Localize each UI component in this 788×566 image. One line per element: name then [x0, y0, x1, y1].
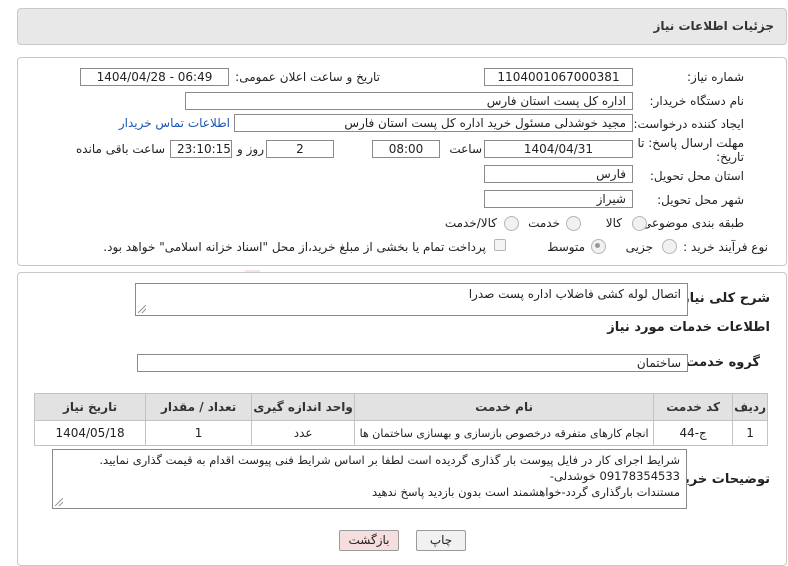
category-radio-service[interactable] [566, 216, 581, 231]
service-group-label: گروه خدمت: [680, 355, 760, 370]
page-title: جزئیات اطلاعات نیاز [653, 19, 774, 33]
province-field[interactable]: فارس [484, 165, 633, 183]
announce-label: تاریخ و ساعت اعلان عمومی: [235, 70, 380, 84]
cell-unit: عدد [251, 420, 356, 446]
services-section-title: اطلاعات خدمات مورد نیاز [607, 320, 770, 335]
cell-row: 1 [732, 420, 768, 446]
col-date: تاریخ نیاز [33, 393, 147, 421]
cell-code: ج-44 [653, 420, 734, 446]
back-button[interactable]: بازگشت [339, 530, 399, 551]
cell-name: انجام کارهای متفرقه درخصوص بازسازی و بهس… [354, 420, 655, 446]
days-label: روز و [237, 142, 264, 156]
col-code: کد خدمت [653, 393, 734, 421]
cell-date: 1404/05/18 [33, 420, 147, 446]
resize-grip-icon[interactable] [138, 305, 146, 313]
remaining-label: ساعت باقی مانده [75, 142, 165, 156]
summary-label: شرح کلی نیاز: [676, 291, 770, 306]
remaining-time-field[interactable]: 23:10:15 [170, 140, 232, 158]
creator-label: ایجاد کننده درخواست: [633, 117, 744, 131]
need-number-label: شماره نیاز: [687, 70, 744, 84]
category-radio-goods[interactable] [632, 216, 647, 231]
buyer-org-label: نام دستگاه خریدار: [649, 94, 745, 108]
notes-line-2: 09178354533 خوشدلی- [549, 469, 680, 483]
deadline-date-field[interactable]: 1404/04/31 [484, 140, 633, 158]
col-qty: تعداد / مقدار [145, 393, 253, 421]
resize-grip-icon[interactable] [55, 498, 63, 506]
process-radio-medium[interactable] [591, 239, 606, 254]
announce-field[interactable]: 1404/04/28 - 06:49 [80, 68, 229, 86]
city-label: شهر محل تحویل: [657, 193, 744, 207]
payment-note: پرداخت تمام یا بخشی از مبلغ خرید،از محل … [103, 240, 486, 254]
category-option-goods-service: کالا/خدمت [444, 216, 497, 230]
deadline-label: مهلت ارسال پاسخ: تا تاریخ: [637, 136, 744, 164]
service-group-field[interactable]: ساختمان [137, 354, 688, 372]
col-name: نام خدمت [354, 393, 655, 421]
table-row[interactable]: 1 ج-44 انجام کارهای متفرقه درخصوص بازساز… [33, 420, 768, 446]
summary-text: اتصال لوله کشی فاضلاب اداره پست صدرا [468, 287, 681, 301]
services-table: ردیف کد خدمت نام خدمت واحد اندازه گیری ت… [33, 393, 768, 446]
notes-line-3: مستندات بارگذاری گردد-خواهشمند است بدون … [371, 485, 680, 499]
province-label: استان محل تحویل: [649, 169, 744, 183]
summary-field[interactable]: اتصال لوله کشی فاضلاب اداره پست صدرا [135, 283, 688, 316]
col-unit: واحد اندازه گیری [251, 393, 356, 421]
contact-link[interactable]: اطلاعات تماس خریدار [119, 116, 230, 130]
page-header: جزئیات اطلاعات نیاز [17, 8, 787, 45]
notes-field[interactable]: شرایط اجرای کار در فایل پیوست بار گذاری … [52, 449, 687, 509]
category-option-service: خدمت [528, 216, 560, 230]
need-number-field[interactable]: 1104001067000381 [484, 68, 633, 86]
deadline-time-field[interactable]: 08:00 [372, 140, 440, 158]
category-label: طبقه بندی موضوعی: [637, 216, 744, 230]
process-option-medium: متوسط [547, 240, 585, 254]
category-option-goods: کالا [605, 216, 622, 230]
category-radio-goods-service[interactable] [504, 216, 519, 231]
city-field[interactable]: شیراز [484, 190, 633, 208]
notes-line-1: شرایط اجرای کار در فایل پیوست بار گذاری … [99, 453, 680, 467]
process-radio-minor[interactable] [662, 239, 677, 254]
buyer-org-field[interactable]: اداره کل پست استان فارس [185, 92, 633, 110]
time-label: ساعت [449, 142, 482, 156]
process-option-minor: جزیی [625, 240, 653, 254]
cell-qty: 1 [145, 420, 253, 446]
treasury-checkbox[interactable] [494, 239, 506, 251]
process-label: نوع فرآیند خرید : [683, 240, 768, 254]
creator-field[interactable]: مجید خوشدلی مسئول خرید اداره کل پست استا… [234, 114, 633, 132]
col-row: ردیف [732, 393, 768, 421]
print-button[interactable]: چاپ [416, 530, 466, 551]
days-field[interactable]: 2 [266, 140, 334, 158]
